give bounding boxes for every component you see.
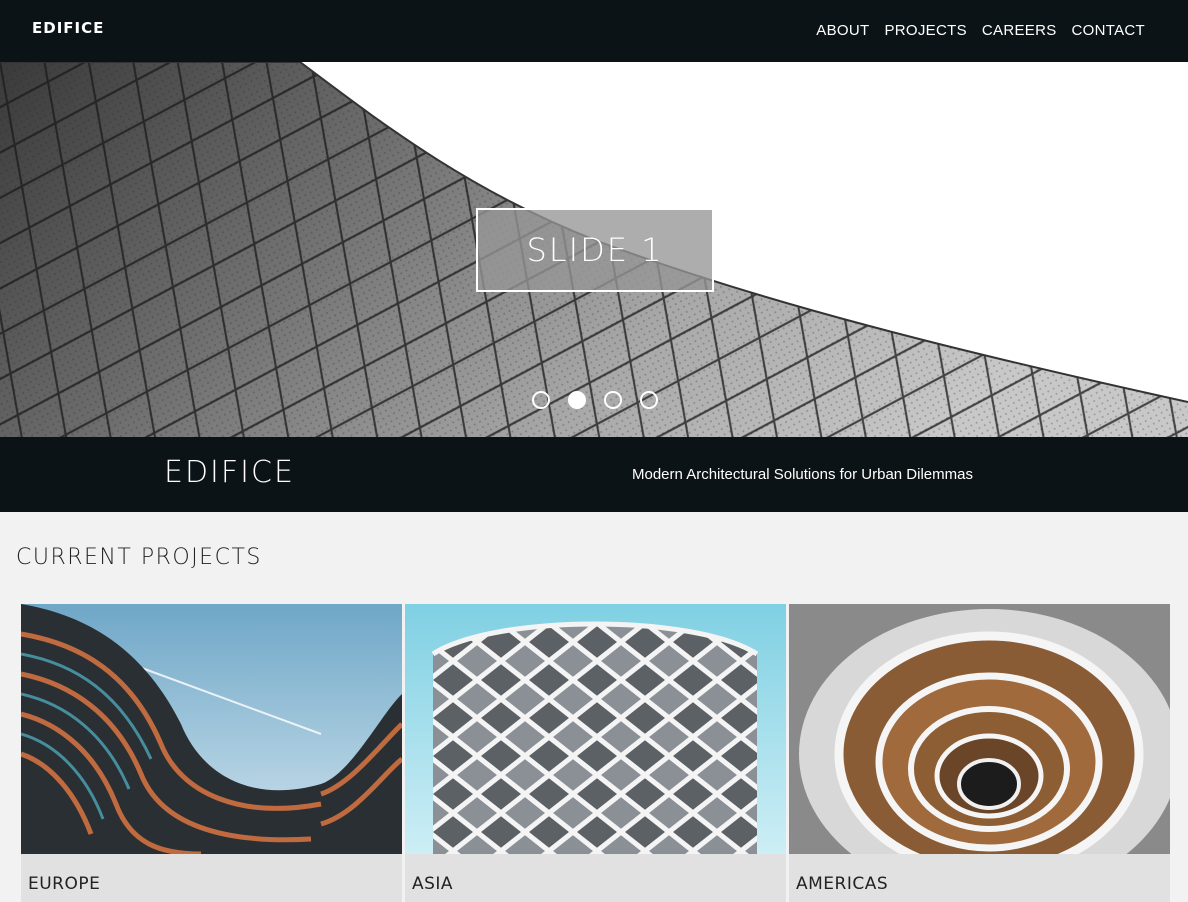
- project-label-asia: ASIA: [412, 874, 454, 894]
- carousel-dot-1[interactable]: [532, 391, 550, 409]
- carousel-dot-2[interactable]: [568, 391, 586, 409]
- hero-carousel: SLIDE 1: [0, 62, 1188, 437]
- nav-careers[interactable]: CAREERS: [982, 22, 1057, 39]
- nav-projects[interactable]: PROJECTS: [884, 22, 966, 39]
- project-card-americas[interactable]: AMERICAS: [789, 604, 1170, 902]
- band-title: EDIFICE: [164, 455, 295, 490]
- slide-caption: SLIDE 1: [476, 208, 714, 292]
- project-card-europe[interactable]: EUROPE: [21, 604, 402, 902]
- project-card-asia[interactable]: ASIA: [405, 604, 786, 902]
- brand-logo[interactable]: EDIFICE: [32, 19, 104, 37]
- main-nav: ABOUT PROJECTS CAREERS CONTACT: [816, 22, 1145, 39]
- project-label-europe: EUROPE: [28, 874, 101, 894]
- top-navbar: EDIFICE ABOUT PROJECTS CAREERS CONTACT: [0, 0, 1188, 62]
- section-title: CURRENT PROJECTS: [16, 545, 262, 570]
- americas-staircase-image: [789, 604, 1170, 854]
- project-label-americas: AMERICAS: [796, 874, 889, 894]
- asia-building-image: [405, 604, 786, 854]
- nav-contact[interactable]: CONTACT: [1072, 22, 1145, 39]
- nav-about[interactable]: ABOUT: [816, 22, 869, 39]
- tagline-band: EDIFICE Modern Architectural Solutions f…: [0, 437, 1188, 512]
- slide-title: SLIDE 1: [526, 231, 664, 269]
- carousel-indicators: [532, 391, 658, 409]
- project-cards: EUROPE ASIA AMERICAS: [21, 604, 1170, 902]
- carousel-dot-3[interactable]: [604, 391, 622, 409]
- europe-building-image: [21, 604, 402, 854]
- band-tagline: Modern Architectural Solutions for Urban…: [632, 466, 973, 483]
- carousel-dot-4[interactable]: [640, 391, 658, 409]
